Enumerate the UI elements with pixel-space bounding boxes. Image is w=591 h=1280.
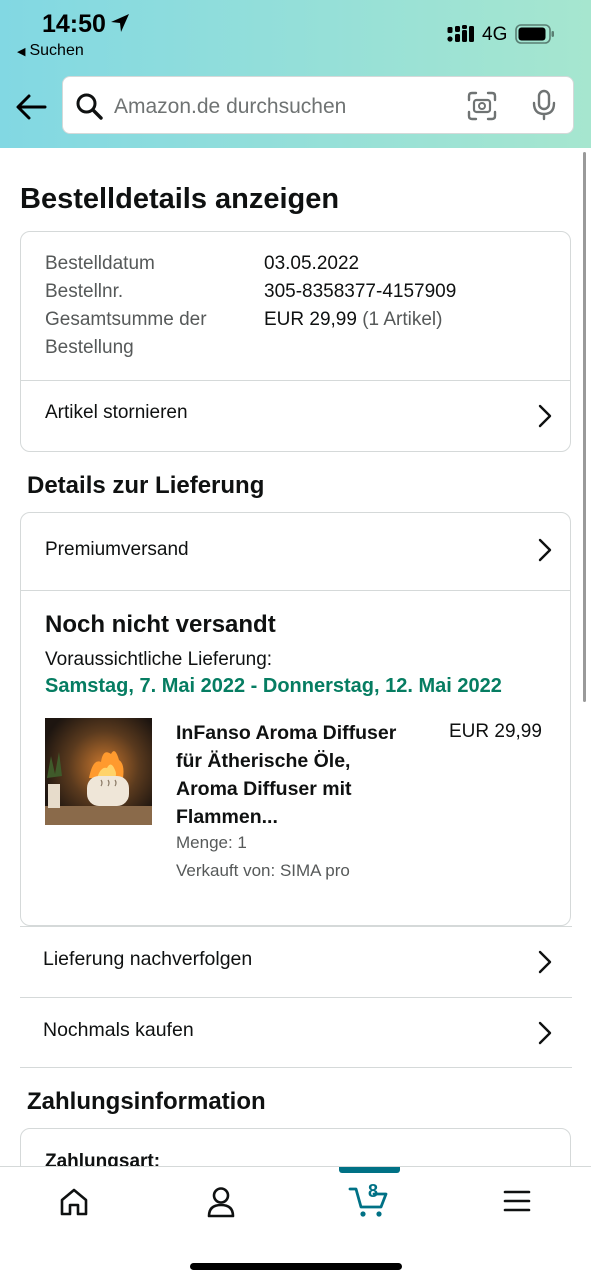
- buy-again-label: Nochmals kaufen: [43, 1019, 194, 1041]
- back-app-label: Suchen: [29, 42, 84, 59]
- network-type: 4G: [482, 24, 508, 45]
- battery-icon: [515, 24, 554, 44]
- chevron-right-icon: [538, 1021, 552, 1045]
- signal-icon: [447, 25, 474, 42]
- status-time: 14:50: [42, 10, 106, 38]
- back-arrow-icon[interactable]: [14, 92, 48, 122]
- bottom-tab-bar: 8: [0, 1166, 591, 1280]
- chevron-right-icon: [538, 950, 552, 974]
- payment-section-title: Zahlungsinformation: [27, 1088, 266, 1115]
- aroma-diffuser-image: [45, 718, 152, 825]
- page-title: Bestelldetails anzeigen: [20, 183, 340, 215]
- camera-scan-icon[interactable]: [467, 91, 497, 121]
- scrollbar[interactable]: [583, 152, 586, 702]
- location-arrow-icon: [111, 14, 129, 32]
- product-image[interactable]: [45, 718, 152, 825]
- search-box[interactable]: Amazon.de durchsuchen: [62, 76, 574, 134]
- cancel-items-button[interactable]: Artikel stornieren: [21, 381, 570, 451]
- home-icon[interactable]: [59, 1187, 89, 1217]
- shipment-status: Noch nicht versandt: [45, 611, 276, 638]
- order-summary-card: Bestelldatum 03.05.2022 Bestellnr. 305-8…: [20, 231, 571, 452]
- cancel-items-label: Artikel stornieren: [45, 402, 188, 423]
- order-date-value: 03.05.2022: [264, 253, 360, 274]
- order-date-label: Bestelldatum: [45, 253, 155, 274]
- order-total-label-line2: Bestellung: [45, 337, 134, 358]
- account-icon[interactable]: [206, 1186, 236, 1218]
- track-delivery-button[interactable]: Lieferung nachverfolgen: [20, 926, 572, 996]
- menu-icon[interactable]: [503, 1189, 531, 1213]
- product-title-link[interactable]: InFanso Aroma Diffuser für Ätherische Öl…: [176, 719, 416, 831]
- back-triangle-icon: ◀: [17, 46, 26, 58]
- back-to-app-link[interactable]: ◀ Suchen: [17, 42, 84, 60]
- order-number-label: Bestellnr.: [45, 281, 124, 302]
- delivery-section-title: Details zur Lieferung: [27, 472, 265, 499]
- expected-delivery-date: Samstag, 7. Mai 2022 - Donnerstag, 12. M…: [45, 675, 502, 697]
- product-quantity: Menge: 1: [176, 833, 247, 852]
- product-price: EUR 29,99: [449, 721, 542, 742]
- cart-count-badge: 8: [367, 1181, 378, 1201]
- order-total-value: EUR 29,99 (1 Artikel): [264, 309, 442, 331]
- app-header: 14:50 ◀ Suchen 4G Amazon.de durchsuchen: [0, 0, 591, 148]
- order-number-value: 305-8358377-4157909: [264, 281, 457, 302]
- chevron-right-icon: [538, 538, 552, 562]
- search-input[interactable]: Amazon.de durchsuchen: [114, 95, 346, 119]
- expected-delivery-label: Voraussichtliche Lieferung:: [45, 649, 273, 670]
- buy-again-button[interactable]: Nochmals kaufen: [20, 997, 572, 1067]
- product-seller: Verkauft von: SIMA pro: [176, 861, 350, 880]
- track-delivery-label: Lieferung nachverfolgen: [43, 948, 253, 970]
- order-total-amount: EUR 29,99: [264, 309, 357, 330]
- home-indicator: [190, 1263, 402, 1270]
- divider: [20, 1067, 572, 1068]
- shipping-method-button[interactable]: Premiumversand: [21, 513, 570, 590]
- divider: [21, 590, 570, 591]
- chevron-right-icon: [538, 404, 552, 428]
- shipping-method-label: Premiumversand: [45, 539, 189, 560]
- microphone-icon[interactable]: [531, 89, 557, 121]
- order-item-count: (1 Artikel): [362, 309, 443, 330]
- search-icon: [76, 93, 103, 120]
- order-total-label-line1: Gesamtsumme der: [45, 309, 207, 330]
- delivery-card: Premiumversand Noch nicht versandt Vorau…: [20, 512, 571, 926]
- active-tab-indicator: [339, 1167, 400, 1173]
